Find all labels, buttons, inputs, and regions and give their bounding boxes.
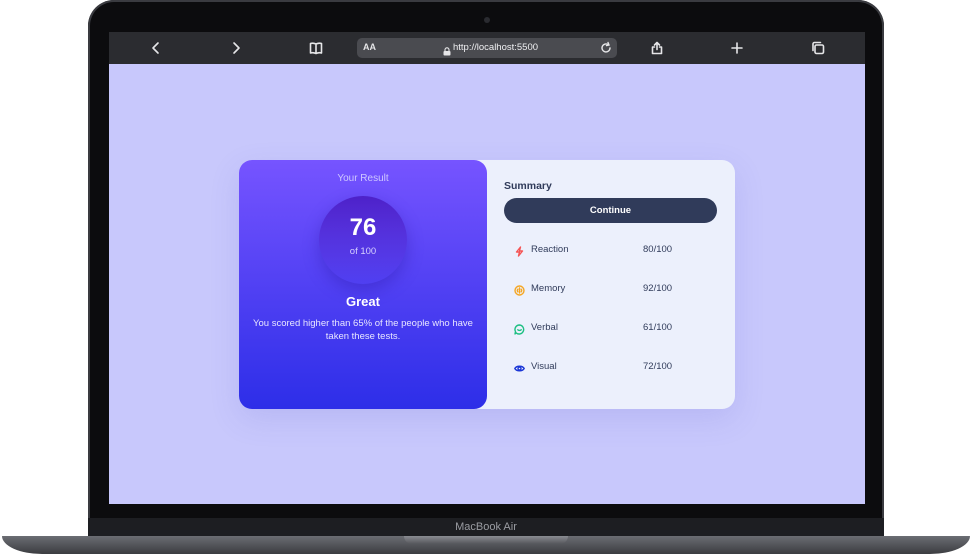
summary-row-visual: Visual 72/100 [504, 356, 717, 378]
new-tab-icon[interactable] [728, 39, 746, 57]
summary-panel: Summary Continue Reaction 80/100 Memory … [504, 160, 724, 409]
summary-score: 72/100 [643, 361, 673, 372]
score-total: of 100 [349, 246, 377, 257]
continue-button[interactable]: Continue [504, 198, 717, 223]
summary-label: Memory [531, 283, 566, 294]
browser-toolbar: AA http://localhost:5500 [109, 32, 865, 64]
speech-bubble-icon [514, 322, 525, 335]
device-label: MacBook Air [455, 521, 517, 533]
share-icon[interactable] [648, 39, 666, 57]
address-bar[interactable]: AA http://localhost:5500 [357, 38, 617, 58]
reload-icon[interactable] [599, 41, 613, 55]
url-text: http://localhost:5500 [453, 42, 539, 53]
result-panel: Your Result 76 of 100 Great You scored h… [239, 160, 487, 409]
result-title: Your Result [337, 173, 389, 184]
back-icon[interactable] [147, 39, 165, 57]
results-card: Your Result 76 of 100 Great You scored h… [239, 160, 735, 409]
result-description: You scored higher than 65% of the people… [253, 318, 473, 342]
lock-icon [443, 43, 451, 56]
summary-row-verbal: Verbal 61/100 [504, 317, 717, 339]
summary-label: Verbal [531, 322, 558, 333]
brain-icon [514, 283, 525, 296]
summary-label: Visual [531, 361, 557, 372]
eye-icon [514, 361, 525, 372]
lightning-icon [514, 244, 525, 257]
tabs-overview-icon[interactable] [809, 39, 827, 57]
text-size-button[interactable]: AA [363, 42, 376, 52]
summary-label: Reaction [531, 244, 569, 255]
score-value: 76 [349, 214, 377, 241]
summary-row-reaction: Reaction 80/100 [504, 239, 717, 261]
forward-icon[interactable] [227, 39, 245, 57]
laptop-notch [404, 536, 568, 544]
browser-window: AA http://localhost:5500 Your Result 76 … [109, 32, 865, 504]
summary-score: 92/100 [643, 283, 673, 294]
bookmarks-icon[interactable] [307, 39, 325, 57]
rating-label: Great [346, 294, 380, 309]
score-circle: 76 of 100 [319, 196, 407, 284]
summary-title: Summary [504, 180, 552, 192]
webcam [484, 17, 490, 23]
summary-row-memory: Memory 92/100 [504, 278, 717, 300]
summary-score: 61/100 [643, 322, 673, 333]
summary-score: 80/100 [643, 244, 673, 255]
